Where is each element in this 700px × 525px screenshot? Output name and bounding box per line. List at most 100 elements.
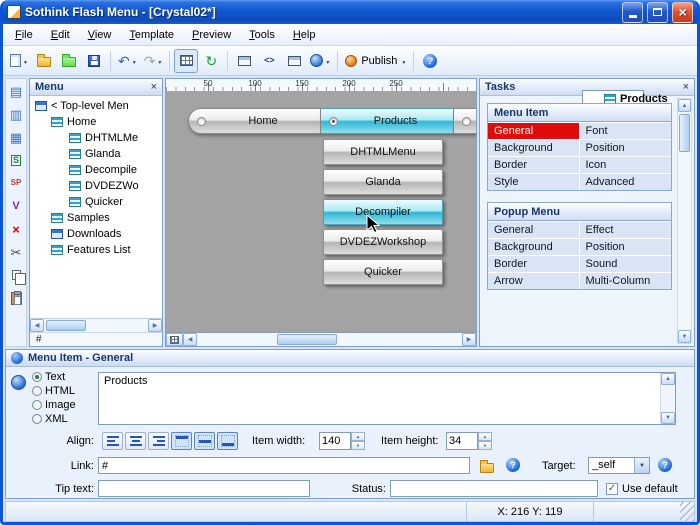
scrollbar-thumb[interactable] [46, 320, 86, 331]
textbox-scrollbar[interactable] [660, 373, 675, 424]
import-button[interactable] [57, 49, 81, 73]
open-button[interactable] [32, 49, 56, 73]
undo-button[interactable]: ↶ [115, 49, 140, 73]
item-height-input[interactable] [446, 432, 478, 450]
spin-up-icon[interactable] [351, 432, 365, 441]
tree-item-quicker[interactable]: Quicker [30, 194, 162, 210]
cut-button[interactable]: ✂ [8, 244, 24, 260]
item-width-stepper[interactable] [319, 432, 365, 450]
align-right-button[interactable] [148, 432, 169, 450]
task-font[interactable]: Font [580, 122, 672, 139]
content-type-xml[interactable]: XML [32, 412, 76, 425]
task-position[interactable]: Position [580, 139, 672, 156]
close-button[interactable] [672, 2, 693, 23]
menu-template[interactable]: Template [121, 26, 182, 44]
optimize-button[interactable] [282, 49, 306, 73]
sp-button[interactable]: SP [8, 175, 24, 191]
align-center-button[interactable] [125, 432, 146, 450]
tree-item-features-list[interactable]: Features List [30, 242, 162, 258]
preview-item-home[interactable]: Home [188, 108, 321, 134]
task-popup-effect[interactable]: Effect [580, 221, 672, 238]
tree-item-downloads[interactable]: Downloads [30, 226, 162, 242]
canvas-body[interactable]: Home Products S DHTMLMenu Glanda Decompi… [166, 92, 476, 332]
resize-window-button[interactable] [232, 49, 256, 73]
app-icon[interactable] [7, 5, 21, 19]
task-popup-arrow[interactable]: Arrow [488, 272, 580, 289]
task-advanced[interactable]: Advanced [580, 173, 672, 190]
browse-folder-icon[interactable] [480, 463, 494, 473]
task-popup-background[interactable]: Background [488, 238, 580, 255]
preview-item-products[interactable]: Products [321, 108, 454, 134]
redo-button[interactable]: ↷ [141, 49, 166, 73]
save-button[interactable] [82, 49, 106, 73]
popup-item-dvdezworkshop[interactable]: DVDEZWorkshop [323, 229, 443, 255]
valign-bottom-button[interactable] [217, 432, 238, 450]
scroll-down-icon[interactable] [678, 330, 691, 343]
valign-top-button[interactable] [171, 432, 192, 450]
menu-preview[interactable]: Preview [184, 26, 239, 44]
minimize-button[interactable] [622, 2, 643, 23]
link-help-icon[interactable] [506, 458, 520, 472]
task-popup-general[interactable]: General [488, 221, 580, 238]
spin-down-icon[interactable] [478, 441, 492, 450]
task-border[interactable]: Border [488, 156, 580, 173]
dropdown-arrow-icon[interactable] [634, 458, 649, 473]
add-popup-item-button[interactable]: ▥ [8, 106, 24, 122]
tree-item-home[interactable]: Home [30, 114, 162, 130]
preview-item-partial[interactable]: S [454, 108, 476, 134]
tree-item-glanda[interactable]: Glanda [30, 146, 162, 162]
scrollbar-thumb[interactable] [679, 114, 690, 152]
item-width-input[interactable] [319, 432, 351, 450]
popup-item-quicker[interactable]: Quicker [323, 259, 443, 285]
menu-file[interactable]: File [7, 26, 41, 44]
add-main-item-button[interactable]: ▤ [8, 83, 24, 99]
paste-button[interactable] [8, 290, 24, 306]
menu-tools[interactable]: Tools [241, 26, 283, 44]
tip-text-input[interactable] [98, 480, 310, 497]
scroll-left-icon[interactable] [183, 333, 197, 346]
item-text-input[interactable]: Products [98, 372, 676, 425]
script-button[interactable]: S [8, 152, 24, 168]
tree-item-dvdezworkshop[interactable]: DVDEZWo [30, 178, 162, 194]
tree-item-root[interactable]: < Top-level Men [30, 98, 162, 114]
spin-down-icon[interactable] [351, 441, 365, 450]
browser-preview-button[interactable] [307, 49, 333, 73]
close-panel-icon[interactable] [683, 81, 689, 93]
task-popup-border[interactable]: Border [488, 255, 580, 272]
refresh-preview-button[interactable]: ↻ [199, 49, 223, 73]
scroll-down-icon[interactable] [661, 412, 675, 424]
scrollbar-thumb[interactable] [277, 334, 337, 345]
resize-grip[interactable] [680, 502, 694, 521]
maximize-button[interactable] [647, 2, 668, 23]
menu-help[interactable]: Help [285, 26, 324, 44]
task-popup-position[interactable]: Position [580, 238, 672, 255]
canvas-horizontal-scrollbar[interactable] [166, 332, 476, 346]
ruler-toggle-button[interactable] [166, 333, 183, 346]
link-input[interactable] [98, 457, 470, 474]
tasks-vertical-scrollbar[interactable] [677, 98, 692, 344]
help-button[interactable] [418, 49, 442, 73]
new-button[interactable] [7, 49, 31, 73]
align-left-button[interactable] [102, 432, 123, 450]
item-height-stepper[interactable] [446, 432, 492, 450]
insert-code-button[interactable]: <> [257, 49, 281, 73]
delete-button[interactable]: × [8, 221, 24, 237]
spin-up-icon[interactable] [478, 432, 492, 441]
close-panel-icon[interactable] [151, 81, 157, 93]
tree-item-dhtmlmenu[interactable]: DHTMLMe [30, 130, 162, 146]
task-icon[interactable]: Icon [580, 156, 672, 173]
tree-item-decompiler[interactable]: Decompile [30, 162, 162, 178]
status-input[interactable] [390, 480, 598, 497]
tree-item-samples[interactable]: Samples [30, 210, 162, 226]
scroll-up-icon[interactable] [661, 373, 675, 385]
task-style[interactable]: Style [488, 173, 580, 190]
tree-horizontal-scrollbar[interactable] [30, 318, 162, 332]
target-help-icon[interactable] [658, 458, 672, 472]
content-type-image[interactable]: Image [32, 398, 76, 411]
task-popup-multicolumn[interactable]: Multi-Column [580, 272, 672, 289]
task-general[interactable]: General [488, 122, 580, 139]
popup-item-dhtmlmenu[interactable]: DHTMLMenu [323, 139, 443, 165]
content-type-html[interactable]: HTML [32, 384, 76, 397]
scroll-right-icon[interactable] [462, 333, 476, 346]
copy-button[interactable] [8, 267, 24, 283]
